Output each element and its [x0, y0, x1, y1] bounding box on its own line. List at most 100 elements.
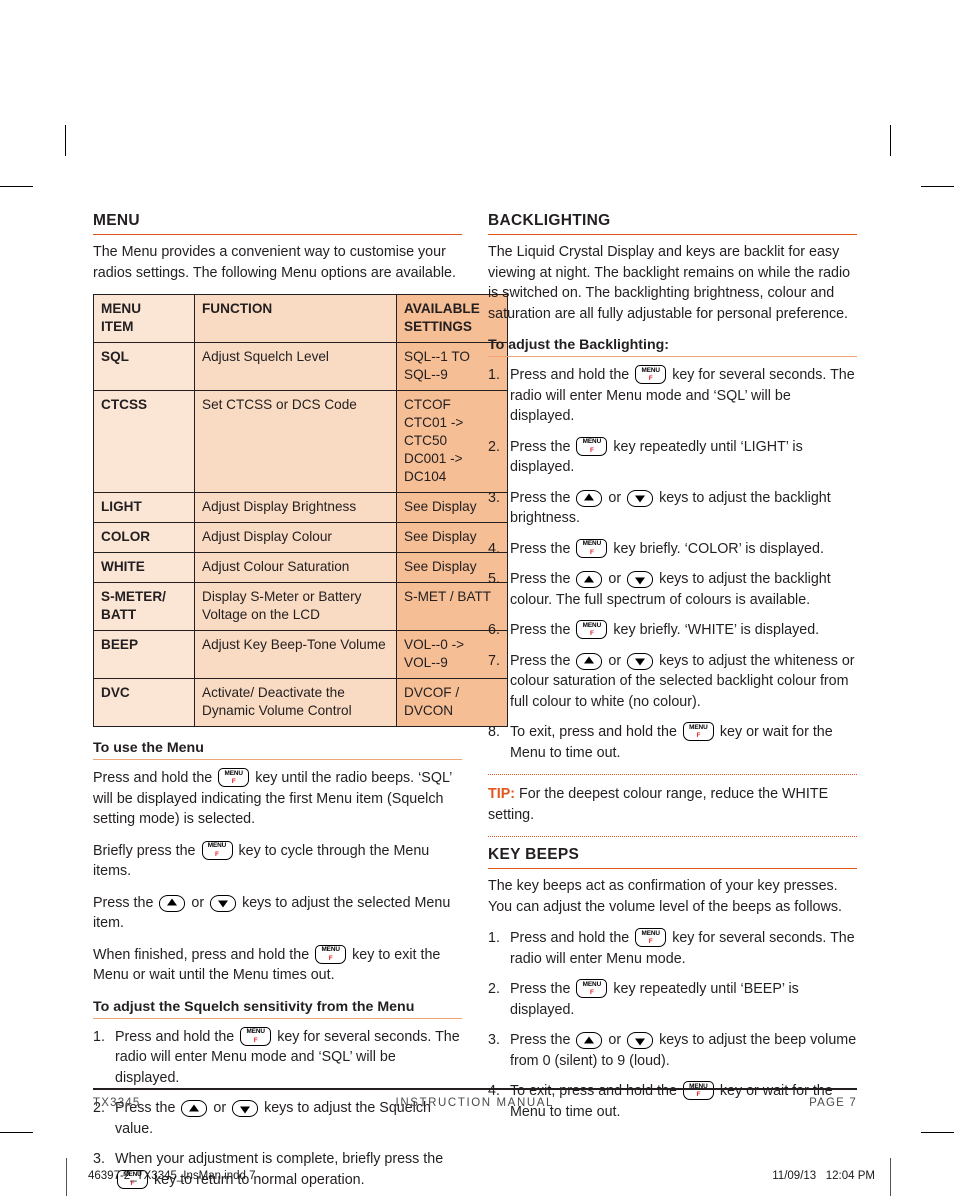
menu-key-label: MENU	[582, 540, 602, 547]
crop-mark-bottom-right-horizontal	[921, 1132, 954, 1133]
page-footer: TX3345 INSTRUCTION MANUAL PAGE 7	[93, 1097, 857, 1109]
table-header-menu-item: MENU ITEM	[93, 294, 195, 343]
tip-block: TIP: For the deepest colour range, reduc…	[488, 784, 857, 825]
arrow-up-key-icon	[576, 489, 603, 507]
arrow-up-key-icon	[159, 894, 186, 912]
triangle-down-icon	[635, 577, 646, 584]
text-fragment: Press the	[510, 489, 571, 506]
cell-menu-item: BEEP	[93, 630, 195, 679]
text-fragment: Press and hold the	[510, 367, 630, 383]
crop-mark-top-left-vertical	[65, 125, 66, 156]
menu-key-f-label: F	[589, 548, 594, 556]
text-fragment: Briefly press the	[93, 842, 196, 859]
menu-key-f-label: F	[253, 1036, 258, 1044]
menu-key-icon: MENU F	[240, 1026, 272, 1046]
slug-timestamp: 11/09/13 12:04 PM	[772, 1170, 875, 1182]
list-item: Press the MENU F key briefly. ‘COLOR’ is …	[488, 538, 857, 560]
cell-menu-item: S-METER/ BATT	[93, 582, 195, 631]
table-row: CTCSS Set CTCSS or DCS Code CTCOF CTC01 …	[93, 390, 508, 493]
list-item: Press and hold the MENU F key for several…	[488, 928, 857, 969]
menu-key-f-label: F	[648, 375, 653, 382]
menu-options-table: MENU ITEM FUNCTION AVAILABLE SETTINGS SQ…	[93, 294, 508, 727]
key-beeps-intro-paragraph: The key beeps act as confirmation of you…	[488, 878, 842, 915]
menu-key-icon: MENU F	[315, 944, 347, 964]
menu-key-icon: MENU F	[635, 365, 667, 384]
menu-key-label: MENU	[641, 366, 661, 374]
menu-key-label: MENU	[246, 1028, 266, 1035]
menu-key-f-label: F	[589, 446, 594, 454]
crop-mark-bottom-left-horizontal	[0, 1132, 33, 1133]
menu-key-icon: MENU F	[576, 620, 608, 639]
menu-key-label: MENU	[224, 769, 244, 777]
menu-key-f-label: F	[589, 989, 594, 996]
menu-key-icon: MENU F	[218, 768, 250, 787]
menu-key-label: MENU	[207, 842, 227, 849]
backlighting-intro-paragraph: The Liquid Crystal Display and keys are …	[488, 244, 851, 322]
triangle-up-icon	[584, 656, 595, 664]
text-fragment: Press the	[510, 1032, 571, 1048]
text-fragment: or	[608, 1032, 622, 1048]
list-item: Press and hold the MENU F key for several…	[93, 1026, 462, 1089]
section-heading-menu: MENU	[93, 212, 462, 235]
footer-model: TX3345	[93, 1097, 141, 1109]
list-item: Press the MENU F key repeatedly until ‘BE…	[488, 979, 857, 1020]
table-row: WHITE Adjust Colour Saturation See Displ…	[93, 552, 508, 583]
footer-page-number: PAGE 7	[809, 1097, 857, 1109]
list-item: Press and hold the MENU F key for several…	[488, 365, 857, 427]
text-fragment: Press and hold the	[510, 930, 630, 946]
cell-function: Activate/ Deactivate the Dynamic Volume …	[194, 678, 397, 727]
text-fragment: Press the	[510, 622, 571, 638]
menu-key-label: MENU	[321, 946, 340, 953]
tip-divider-bottom	[488, 836, 857, 837]
text-fragment: Press and hold the	[115, 1028, 235, 1045]
menu-key-label: MENU	[582, 621, 602, 629]
text-fragment: Press the	[510, 652, 571, 669]
list-item: To exit, press and hold the MENU F key or…	[488, 722, 857, 763]
subheading-to-use-the-menu: To use the Menu	[93, 740, 462, 760]
table-row: S-METER/ BATT Display S-Meter or Battery…	[93, 582, 508, 631]
use-menu-paragraph-3: Press the or keys to adjust the selected…	[93, 893, 462, 934]
text-fragment: Press the	[510, 438, 571, 455]
menu-key-label: MENU	[641, 929, 661, 937]
text-fragment: Press the	[510, 571, 571, 587]
text-fragment: or	[191, 894, 205, 911]
menu-key-icon: MENU F	[682, 722, 714, 741]
menu-key-icon: MENU F	[201, 840, 233, 860]
arrow-down-key-icon	[627, 652, 654, 670]
print-slug-bar: 46397-2_TX3345_InsMan.indd 7 11/09/13 12…	[66, 1158, 891, 1196]
cell-function: Display S-Meter or Battery Voltage on th…	[194, 582, 397, 631]
arrow-up-key-icon	[576, 1032, 603, 1049]
left-column: MENU The Menu provides a convenient way …	[93, 212, 508, 1190]
section-heading-backlighting: BACKLIGHTING	[488, 212, 857, 235]
text-fragment: or	[608, 652, 622, 669]
menu-key-label: MENU	[689, 723, 708, 731]
table-row: COLOR Adjust Display Colour See Display	[93, 522, 508, 553]
triangle-up-icon	[584, 575, 595, 582]
footer-divider	[93, 1088, 857, 1090]
cell-function: Adjust Key Beep-Tone Volume	[194, 630, 397, 679]
arrow-up-key-icon	[576, 571, 603, 588]
menu-key-f-label: F	[215, 850, 219, 858]
slug-filename: 46397-2_TX3345_InsMan.indd 7	[88, 1170, 256, 1182]
list-item: Press the MENU F key briefly. ‘WHITE’ is …	[488, 620, 857, 641]
menu-intro-paragraph: The Menu provides a convenient way to cu…	[93, 244, 456, 281]
subheading-adjust-backlighting: To adjust the Backlighting:	[488, 337, 857, 357]
subheading-squelch-sensitivity: To adjust the Squelch sensitivity from t…	[93, 999, 462, 1019]
tip-divider-top	[488, 774, 857, 775]
menu-key-f-label: F	[328, 954, 333, 962]
cell-function: Adjust Display Brightness	[194, 492, 397, 523]
menu-key-label: MENU	[582, 980, 602, 988]
menu-key-icon: MENU F	[635, 928, 667, 947]
crop-mark-top-right-vertical	[890, 125, 891, 156]
tip-body-text: For the deepest colour range, reduce the…	[488, 786, 829, 823]
table-header-function: FUNCTION	[194, 294, 397, 343]
key-beeps-steps-list: Press and hold the MENU F key for several…	[488, 928, 857, 1122]
crop-mark-top-right-horizontal	[921, 186, 954, 187]
menu-key-icon: MENU F	[576, 979, 608, 998]
cell-function: Adjust Squelch Level	[194, 342, 397, 391]
text-fragment: or	[608, 489, 622, 506]
menu-key-icon: MENU F	[576, 538, 608, 558]
list-item: Press the MENU F key repeatedly until ‘LI…	[488, 436, 857, 478]
menu-key-f-label: F	[648, 938, 653, 945]
triangle-down-icon	[635, 658, 646, 666]
